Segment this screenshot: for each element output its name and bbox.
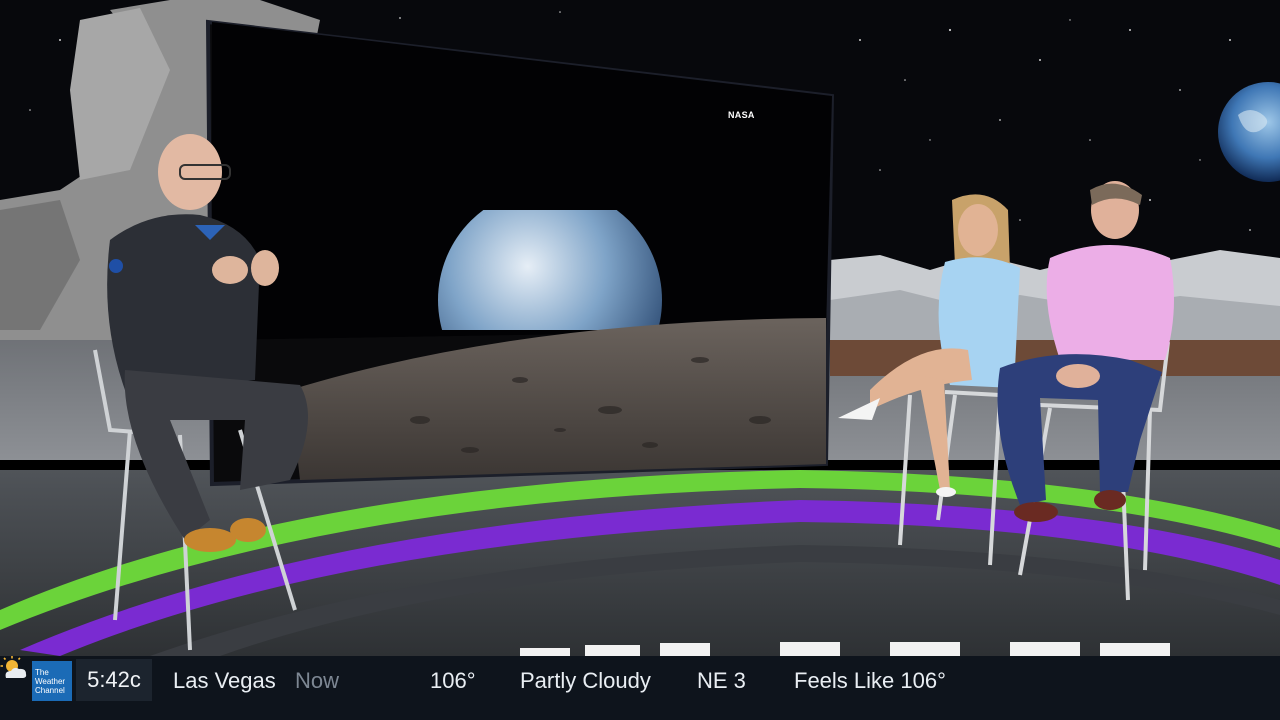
logo-line-3: Channel — [35, 685, 65, 695]
temperature-label: 106° — [430, 668, 476, 693]
wind-label: NE 3 — [697, 668, 746, 693]
screen-watermark: NASA — [728, 110, 755, 120]
nasa-patch-icon — [109, 259, 123, 273]
logo-line-2: Weather — [35, 676, 66, 686]
weather-channel-logo: The Weather Channel — [32, 661, 72, 701]
studio-scene — [0, 0, 1280, 656]
now-label: Now — [295, 668, 340, 693]
weather-ticker: The Weather Channel 5:42c Las Vegas Now … — [0, 656, 1280, 720]
partly-cloudy-icon — [0, 656, 27, 678]
feels-like-label: Feels Like 106° — [794, 668, 946, 693]
logo-line-1: The — [35, 667, 49, 677]
condition-label: Partly Cloudy — [520, 668, 651, 693]
broadcast-frame: NASA The Weather Channel 5:42c Las Vegas… — [0, 0, 1280, 720]
location-label: Las Vegas — [173, 668, 276, 693]
clock-time: 5:42c — [76, 659, 152, 701]
